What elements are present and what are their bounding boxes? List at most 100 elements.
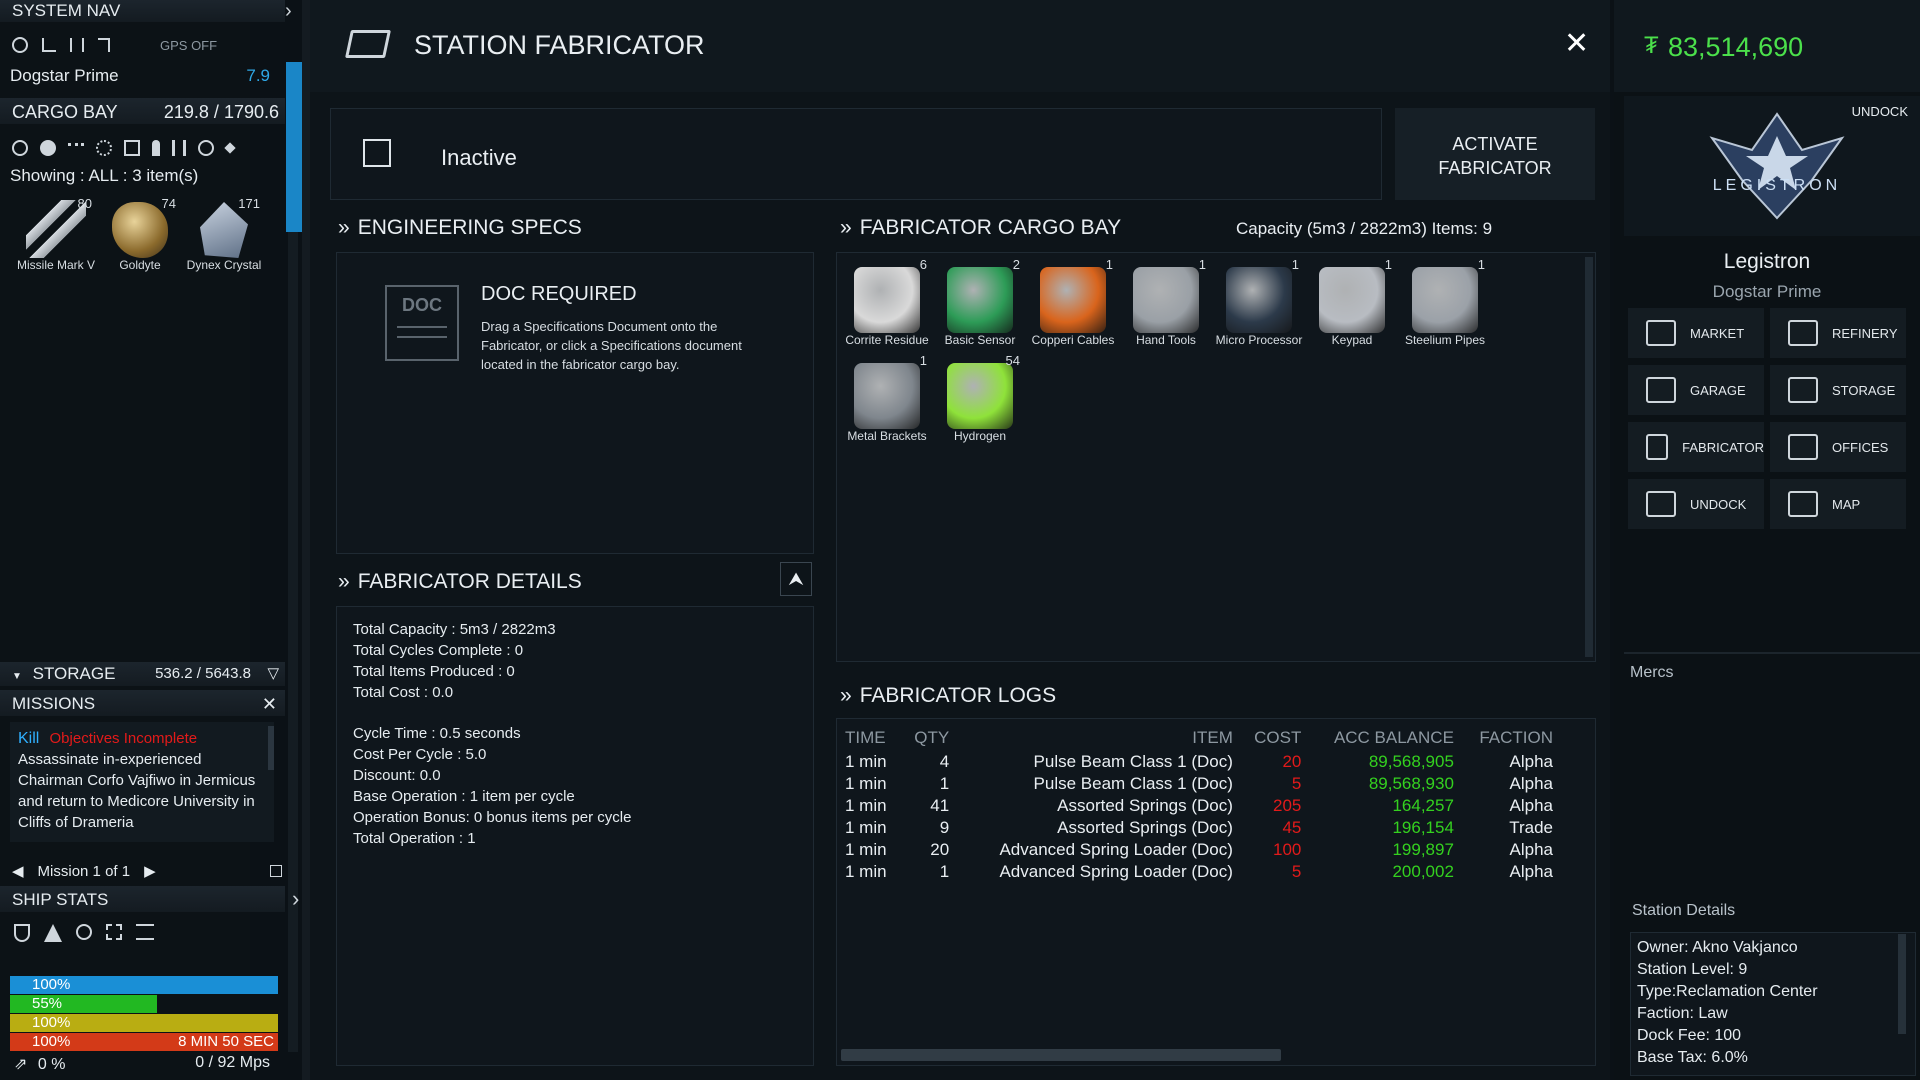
mission-scrollbar[interactable] bbox=[268, 726, 274, 770]
prev-mission-button[interactable]: ◀ bbox=[12, 862, 24, 880]
cargo-item[interactable]: 80 Missile Mark V bbox=[14, 196, 98, 272]
target-icon[interactable] bbox=[12, 37, 28, 53]
item-name: Basic Sensor bbox=[944, 333, 1016, 347]
next-mission-button[interactable]: ▶ bbox=[144, 862, 156, 880]
close-icon[interactable]: ✕ bbox=[262, 690, 277, 718]
fab-item[interactable]: 1 Metal Brackets bbox=[841, 353, 933, 443]
gps-status[interactable]: GPS OFF bbox=[160, 38, 217, 53]
fab-cargo-panel: 6 Corrite Residue 2 Basic Sensor 1 Copperi Ca… bbox=[836, 252, 1596, 662]
hull-bar: 55% bbox=[10, 995, 158, 1013]
fork-icon[interactable] bbox=[70, 38, 84, 52]
doc-icon: DOC bbox=[385, 285, 459, 361]
filter-tech-icon[interactable] bbox=[96, 140, 112, 156]
item-count: 1 bbox=[1105, 257, 1113, 272]
filter-ore-icon[interactable] bbox=[40, 140, 56, 156]
ship-stats-expand-button[interactable]: › bbox=[292, 886, 299, 912]
tools-icon[interactable] bbox=[106, 924, 122, 940]
fabricator-icon bbox=[345, 30, 391, 58]
mission-pager-label: Mission 1 of 1 bbox=[37, 862, 131, 880]
nav-undock-button[interactable]: UNDOCK bbox=[1628, 479, 1764, 529]
mission-card[interactable]: Kill Objectives Incomplete Assassinate i… bbox=[10, 722, 274, 842]
nav-fabricator-button[interactable]: FABRICATOR bbox=[1628, 422, 1764, 472]
activate-line-2: FABRICATOR bbox=[1438, 158, 1552, 178]
mercs-title: Mercs bbox=[1630, 664, 1674, 681]
log-cell: 1 min bbox=[845, 862, 887, 881]
filter-modules-icon[interactable] bbox=[198, 140, 214, 156]
route-icon[interactable] bbox=[42, 38, 56, 52]
log-cell: Pulse Beam Class 1 (Doc) bbox=[1033, 774, 1233, 793]
ship-icon[interactable] bbox=[44, 924, 62, 942]
close-window-button[interactable]: ✕ bbox=[1564, 26, 1589, 61]
fab-item[interactable]: 1 Hand Tools bbox=[1120, 257, 1212, 347]
fab-cargo-scrollbar[interactable] bbox=[1585, 257, 1593, 657]
storage-header[interactable]: ▼ STORAGE 536.2 / 5643.8 ▽ bbox=[0, 662, 285, 686]
nav-label: OFFICES bbox=[1832, 439, 1889, 455]
shield-icon[interactable] bbox=[14, 924, 30, 942]
nav-market-button[interactable]: MARKET bbox=[1628, 308, 1764, 358]
details-group-operation: Cycle Time : 0.5 seconds Cost Per Cycle :… bbox=[353, 723, 797, 849]
list-icon[interactable] bbox=[136, 924, 154, 940]
ship-stats-toolbar bbox=[14, 924, 214, 944]
mission-status: Objectives Incomplete bbox=[49, 730, 198, 747]
offices-icon bbox=[1788, 434, 1818, 460]
nav-refinery-button[interactable]: REFINERY bbox=[1770, 308, 1906, 358]
fab-item[interactable]: 1 Micro Processor bbox=[1213, 257, 1305, 347]
cargo-item[interactable]: 171 Dynex Crystal bbox=[182, 196, 266, 272]
nav-toolbar: GPS OFF bbox=[12, 34, 282, 56]
item-icon bbox=[854, 267, 920, 333]
current-location: Dogstar Prime 7.9 bbox=[10, 66, 270, 86]
nav-garage-button[interactable]: GARAGE bbox=[1628, 365, 1764, 415]
system-nav-header: SYSTEM NAV bbox=[0, 0, 285, 22]
cargo-item[interactable]: 74 Goldyte bbox=[98, 196, 182, 272]
log-cell: Alpha bbox=[1509, 774, 1553, 793]
logs-horizontal-scrollbar[interactable] bbox=[841, 1049, 1281, 1061]
log-row: 1 min 1 Pulse Beam Class 1 (Doc) 5 89,568,93… bbox=[839, 773, 1559, 795]
upgrade-button[interactable]: ⮝ bbox=[780, 562, 812, 596]
cube-icon bbox=[363, 139, 391, 167]
station-details-scrollbar[interactable] bbox=[1898, 934, 1906, 1034]
cargo-filter-toolbar bbox=[12, 138, 282, 158]
stat-label: 100% bbox=[32, 1014, 71, 1031]
item-count: 1 bbox=[1198, 257, 1206, 272]
filter-components-icon[interactable] bbox=[68, 143, 84, 153]
speed-value: 0 / 92 Mps bbox=[195, 1054, 270, 1071]
activate-fabricator-button[interactable]: ACTIVATE FABRICATOR bbox=[1395, 108, 1595, 200]
fab-cargo-title: FABRICATOR CARGO BAY bbox=[859, 216, 1122, 239]
log-row: 1 min 41 Assorted Springs (Doc) 205 164,257 A… bbox=[839, 795, 1559, 817]
waypoint-icon[interactable] bbox=[98, 38, 110, 52]
filter-missile-icon[interactable] bbox=[152, 140, 160, 156]
fab-item[interactable]: 54 Hydrogen bbox=[934, 353, 1026, 443]
log-cell: Trade bbox=[1509, 818, 1553, 837]
fab-item[interactable]: 6 Corrite Residue bbox=[841, 257, 933, 347]
station-detail-line: Owner: Akno Vakjanco bbox=[1637, 939, 1798, 956]
filter-storage-icon[interactable] bbox=[124, 140, 140, 156]
log-row: 1 min 4 Pulse Beam Class 1 (Doc) 20 89,568,9… bbox=[839, 751, 1559, 773]
module-icon[interactable] bbox=[76, 924, 92, 940]
log-cell: Alpha bbox=[1509, 862, 1553, 881]
filter-misc-icon[interactable] bbox=[224, 142, 236, 154]
filter-all-icon[interactable] bbox=[12, 140, 28, 156]
chevron-right-icon: » bbox=[338, 570, 350, 593]
details-panel: Total Capacity : 5m3 / 2822m3 Total Cycle… bbox=[336, 606, 814, 1066]
logs-header-row: TIME QTY ITEM COST ACC BALANCE FACTION bbox=[839, 725, 1559, 751]
popout-icon[interactable] bbox=[270, 865, 282, 877]
fabricator-icon bbox=[1646, 434, 1669, 460]
garage-icon bbox=[1646, 377, 1676, 403]
fab-item[interactable]: 1 Keypad bbox=[1306, 257, 1398, 347]
fab-item[interactable]: 1 Copperi Cables bbox=[1027, 257, 1119, 347]
station-detail-line: Dock Fee: 100 bbox=[1637, 1027, 1742, 1044]
specs-panel[interactable]: DOC DOC REQUIRED Drag a Specifications D… bbox=[336, 252, 814, 554]
log-column-header: TIME bbox=[845, 728, 886, 747]
log-column-header: COST bbox=[1254, 728, 1302, 747]
filter-ammo-icon[interactable] bbox=[172, 140, 186, 156]
undock-top-button[interactable]: UNDOCK bbox=[1852, 104, 1908, 119]
log-cell: 20 bbox=[1282, 752, 1302, 771]
nav-map-button[interactable]: MAP bbox=[1770, 479, 1906, 529]
station-nav-grid: MARKET REFINERY GARAGE STORAGE FABRICATOR OFF… bbox=[1628, 308, 1918, 538]
fab-item[interactable]: 2 Basic Sensor bbox=[934, 257, 1026, 347]
filter-icon[interactable]: ▽ bbox=[267, 662, 279, 686]
nav-storage-button[interactable]: STORAGE bbox=[1770, 365, 1906, 415]
nav-offices-button[interactable]: OFFICES bbox=[1770, 422, 1906, 472]
fab-item[interactable]: 1 Steelium Pipes bbox=[1399, 257, 1491, 347]
ship-stats-title: SHIP STATS bbox=[12, 890, 109, 909]
